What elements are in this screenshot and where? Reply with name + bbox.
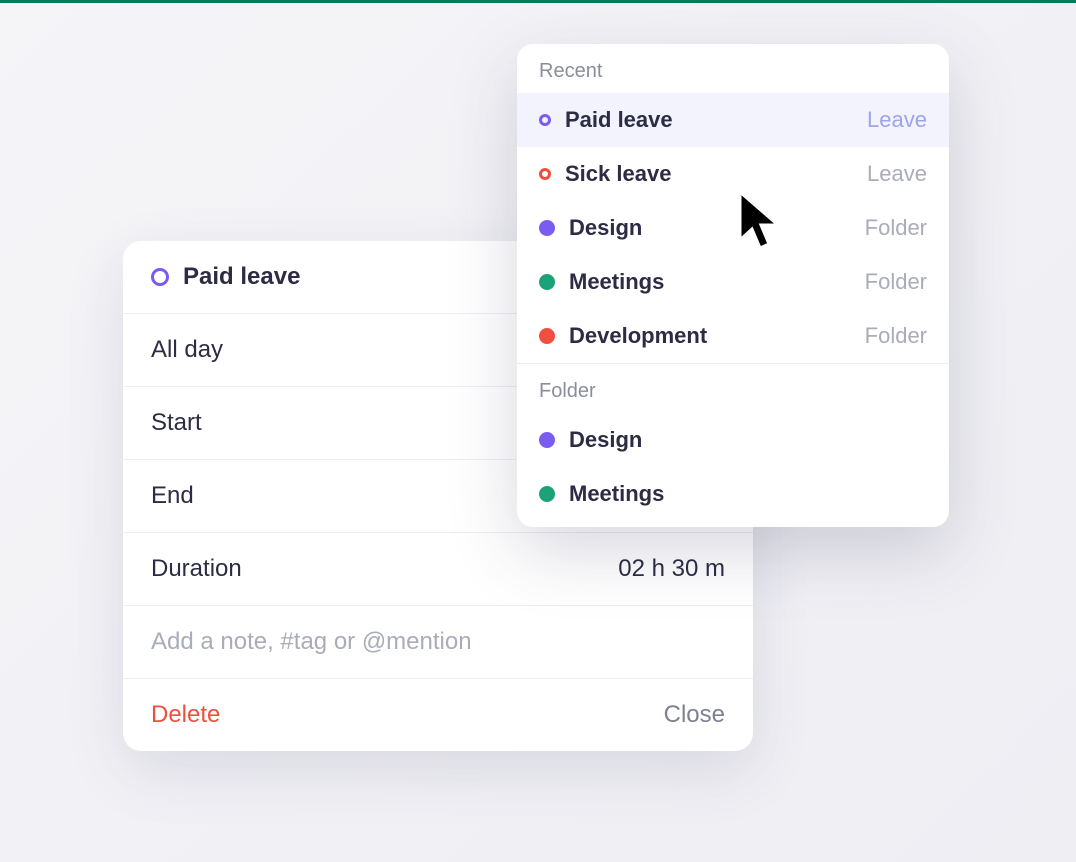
item-type: Folder [865,215,927,241]
dropdown-item-folder-design[interactable]: Design [517,413,949,467]
dropdown-item-meetings[interactable]: Meetings Folder [517,255,949,309]
dropdown-item-development[interactable]: Development Folder [517,309,949,363]
dropdown-item-paid-leave[interactable]: Paid leave Leave [517,93,949,147]
note-placeholder: Add a note, #tag or @mention [151,628,472,656]
dot-icon [539,486,555,502]
duration-value: 02 h 30 m [618,555,725,583]
entry-title: Paid leave [183,263,300,291]
item-label: Meetings [569,269,851,295]
item-label: Design [569,215,851,241]
dropdown-item-folder-meetings[interactable]: Meetings [517,467,949,527]
item-label: Meetings [569,481,927,507]
ring-icon [539,114,551,126]
item-label: Sick leave [565,161,853,187]
item-type: Leave [867,107,927,133]
duration-label: Duration [151,555,618,583]
ring-icon [539,168,551,180]
item-type: Folder [865,323,927,349]
section-label-recent: Recent [517,44,949,93]
dot-icon [539,432,555,448]
item-type: Folder [865,269,927,295]
delete-button[interactable]: Delete [151,701,220,729]
dot-icon [539,328,555,344]
category-ring-icon [151,268,169,286]
action-row: Delete Close [123,679,753,751]
section-label-folder: Folder [517,364,949,413]
item-type: Leave [867,161,927,187]
dropdown-item-design[interactable]: Design Folder [517,201,949,255]
dropdown-item-sick-leave[interactable]: Sick leave Leave [517,147,949,201]
close-button[interactable]: Close [664,701,725,729]
end-label: End [151,482,538,510]
note-input[interactable]: Add a note, #tag or @mention [123,606,753,679]
item-label: Development [569,323,851,349]
item-label: Paid leave [565,107,853,133]
dot-icon [539,220,555,236]
category-dropdown: Recent Paid leave Leave Sick leave Leave… [517,44,949,527]
dot-icon [539,274,555,290]
item-label: Design [569,427,927,453]
duration-row[interactable]: Duration 02 h 30 m [123,533,753,606]
